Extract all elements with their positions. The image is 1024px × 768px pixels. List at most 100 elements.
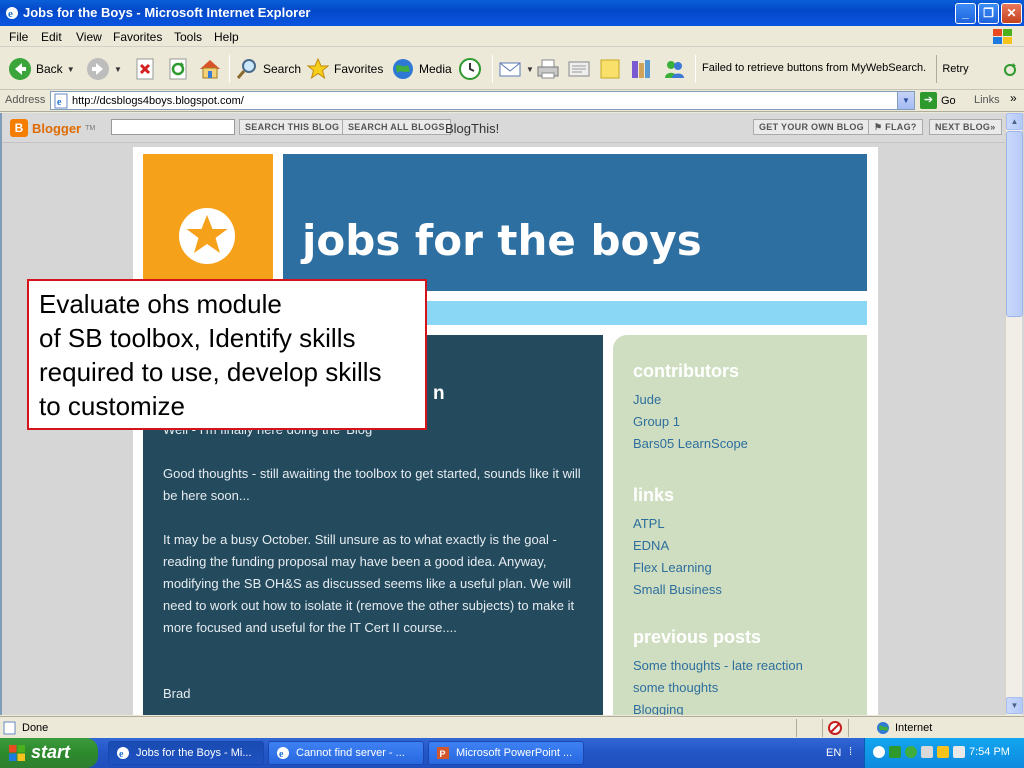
previous-posts-heading: previous posts: [633, 627, 762, 647]
links-chevron-icon[interactable]: »: [1010, 91, 1017, 105]
maximize-button[interactable]: ❐: [978, 3, 999, 24]
printer-icon: [537, 59, 559, 79]
tray-volume-icon[interactable]: [921, 746, 933, 758]
search-button[interactable]: Search: [235, 54, 301, 84]
home-button[interactable]: [198, 54, 222, 84]
forward-dropdown-icon[interactable]: ▼: [114, 65, 122, 74]
internet-explorer-icon: e: [277, 747, 289, 760]
search-all-blogs-button[interactable]: SEARCH ALL BLOGS: [342, 119, 451, 135]
home-icon: [200, 60, 220, 79]
back-button[interactable]: Back ▼: [8, 54, 75, 84]
sidebar-link[interactable]: Small Business: [633, 582, 722, 597]
tray-monitor-icon[interactable]: [953, 746, 965, 758]
mail-button[interactable]: ▼: [498, 54, 534, 84]
internet-explorer-icon: e: [117, 747, 129, 760]
retry-button[interactable]: Retry: [936, 55, 974, 83]
post-paragraph: Good thoughts - still awaiting the toolb…: [163, 466, 581, 503]
address-dropdown-icon[interactable]: ▼: [897, 92, 914, 109]
language-bar-icon[interactable]: ⁞: [849, 746, 852, 758]
status-pane: [822, 719, 848, 737]
go-button[interactable]: ➔ Go: [920, 92, 956, 109]
tray-globe-icon[interactable]: [905, 746, 917, 758]
taskbar-item-label: Microsoft PowerPoint ...: [456, 747, 573, 759]
status-pane: [796, 719, 822, 737]
popup-blocked-icon[interactable]: [827, 720, 843, 736]
title-bar: e Jobs for the Boys - Microsoft Internet…: [0, 0, 1024, 26]
mail-dropdown-icon[interactable]: ▼: [526, 65, 534, 74]
links-label[interactable]: Links: [974, 94, 1000, 106]
menu-file[interactable]: File: [9, 30, 28, 44]
menu-bar: File Edit View Favorites Tools Help: [0, 26, 1024, 47]
status-bar: Done Internet: [0, 716, 1024, 738]
contributors-heading: contributors: [633, 361, 739, 381]
tray-folder-icon[interactable]: [937, 746, 949, 758]
next-blog-button[interactable]: NEXT BLOG»: [929, 119, 1002, 135]
back-arrow-icon: [9, 58, 31, 80]
history-button[interactable]: [458, 54, 482, 84]
page-status-icon: [3, 721, 16, 735]
security-zone[interactable]: Internet: [876, 721, 932, 735]
menu-favorites[interactable]: Favorites: [113, 30, 162, 44]
tray-chevron-icon[interactable]: [873, 746, 885, 758]
address-input[interactable]: e http://dcsblogs4boys.blogspot.com/ ▼: [50, 91, 915, 110]
menu-view[interactable]: View: [76, 30, 102, 44]
blog-title[interactable]: jobs for the boys: [302, 216, 702, 265]
toolbar-separator: [229, 55, 230, 83]
search-this-blog-button[interactable]: SEARCH THIS BLOG: [239, 119, 346, 135]
go-label: Go: [941, 94, 956, 107]
flag-icon: ⚑: [874, 122, 886, 132]
messenger-button[interactable]: [662, 54, 686, 84]
toolbar-refresh-small-icon[interactable]: [1002, 62, 1018, 78]
refresh-button[interactable]: [167, 54, 191, 84]
post-title: n: [433, 383, 445, 404]
print-button[interactable]: [536, 54, 560, 84]
research-button[interactable]: [629, 54, 653, 84]
sidebar-link[interactable]: EDNA: [633, 538, 669, 553]
minimize-button[interactable]: _: [955, 3, 976, 24]
scroll-up-arrow-icon[interactable]: ▲: [1006, 113, 1023, 130]
get-your-own-blog-button[interactable]: GET YOUR OWN BLOG: [753, 119, 870, 135]
sidebar-link[interactable]: Flex Learning: [633, 560, 712, 575]
edit-document-icon: [568, 61, 590, 77]
sidebar-link[interactable]: ATPL: [633, 516, 665, 531]
taskbar-item-powerpoint[interactable]: P Microsoft PowerPoint ...: [428, 741, 584, 765]
flag-button[interactable]: ⚑ FLAG?: [868, 119, 923, 135]
contributor-link[interactable]: Group 1: [633, 414, 680, 429]
post-paragraph: It may be a busy October. Still unsure a…: [163, 532, 575, 635]
language-indicator[interactable]: EN: [826, 747, 841, 759]
previous-post-link[interactable]: some thoughts: [633, 680, 718, 695]
menu-help[interactable]: Help: [214, 30, 239, 44]
scroll-thumb[interactable]: [1006, 131, 1023, 317]
star-badge-icon: [179, 208, 235, 264]
contributor-link[interactable]: Jude: [633, 392, 661, 407]
vertical-scrollbar[interactable]: ▲ ▼: [1005, 113, 1023, 715]
tray-network-icon[interactable]: [889, 746, 901, 758]
blogthis-link[interactable]: BlogThis!: [445, 121, 499, 136]
scroll-down-arrow-icon[interactable]: ▼: [1006, 697, 1023, 714]
back-dropdown-icon[interactable]: ▼: [67, 65, 75, 74]
favorites-star-icon: [306, 57, 330, 80]
start-button[interactable]: start: [0, 738, 98, 768]
blog-search-input[interactable]: [111, 119, 235, 135]
contributor-link[interactable]: Bars05 LearnScope: [633, 436, 748, 451]
forward-button[interactable]: ▼: [86, 54, 122, 84]
note-icon: [600, 59, 620, 79]
taskbar-item-label: Cannot find server - ...: [296, 747, 405, 759]
close-button[interactable]: ✕: [1001, 3, 1022, 24]
discuss-button[interactable]: [598, 54, 622, 84]
blogger-logo[interactable]: B Blogger TM: [10, 119, 95, 137]
favorites-button[interactable]: Favorites: [306, 54, 383, 84]
svg-text:e: e: [57, 97, 62, 108]
taskbar-item-cannot-find-server[interactable]: e Cannot find server - ...: [268, 741, 424, 765]
media-button[interactable]: Media: [391, 54, 452, 84]
clock[interactable]: 7:54 PM: [969, 746, 1010, 758]
taskbar-item-ie[interactable]: e Jobs for the Boys - Mi...: [108, 741, 264, 765]
edit-button[interactable]: [567, 54, 591, 84]
previous-post-link[interactable]: Blogging: [633, 702, 684, 715]
annotation-callout: Evaluate ohs module of SB toolbox, Ident…: [27, 279, 427, 430]
menu-edit[interactable]: Edit: [41, 30, 62, 44]
menu-tools[interactable]: Tools: [174, 30, 202, 44]
previous-post-link[interactable]: Some thoughts - late reaction: [633, 658, 803, 673]
svg-text:e: e: [8, 8, 13, 20]
stop-button[interactable]: [134, 54, 158, 84]
